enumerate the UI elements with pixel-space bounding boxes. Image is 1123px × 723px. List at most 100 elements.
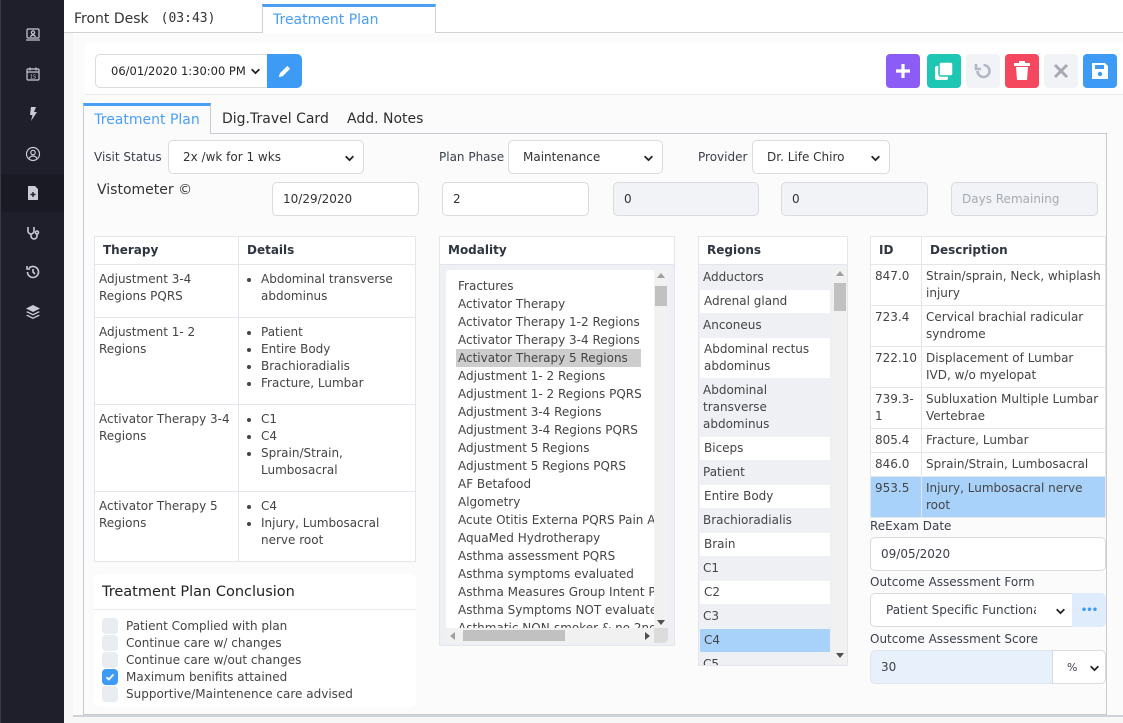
- region-option[interactable]: C1: [699, 557, 830, 580]
- reexam-date-input[interactable]: 09/05/2020: [870, 537, 1106, 571]
- modality-option[interactable]: Adjustment 1- 2 Regions PQRS: [446, 385, 654, 403]
- conclusion-checkbox-row[interactable]: Continue care w/ changes: [102, 634, 282, 651]
- checkbox[interactable]: [102, 651, 118, 668]
- scroll-thumb[interactable]: [463, 630, 565, 641]
- nav-quick-actions[interactable]: [1, 95, 65, 133]
- checkbox[interactable]: [102, 685, 118, 702]
- nav-calendar[interactable]: 15: [1, 55, 65, 93]
- vistometer-date-input[interactable]: 10/29/2020: [272, 182, 419, 216]
- region-option[interactable]: C4: [700, 629, 830, 652]
- modality-horizontal-scrollbar[interactable]: [446, 628, 654, 643]
- provider-select[interactable]: Dr. Life Chiro: [752, 140, 890, 174]
- nav-treatment-plan[interactable]: [1, 174, 65, 212]
- region-option[interactable]: Patient: [699, 461, 830, 484]
- modality-option[interactable]: Adjustment 3-4 Regions: [446, 403, 654, 421]
- visit-date-select[interactable]: 06/01/2020 1:30:00 PM: [95, 54, 267, 88]
- nav-history[interactable]: [1, 253, 65, 291]
- scroll-thumb[interactable]: [655, 286, 667, 306]
- add-button[interactable]: [886, 54, 920, 88]
- modality-option[interactable]: AF Betafood: [446, 475, 654, 493]
- table-row[interactable]: Activator Therapy 5 Regions C4 Injury, L…: [94, 491, 416, 562]
- modality-listbox[interactable]: Fractures Activator Therapy Activator Ther…: [446, 270, 668, 643]
- vistometer-count-input[interactable]: 2: [442, 182, 589, 216]
- table-row[interactable]: 723.4 Cervical brachial radicular syndrom…: [870, 305, 1106, 347]
- region-option[interactable]: Abdominal transverse abdominus: [699, 379, 830, 436]
- region-option[interactable]: Anconeus: [699, 314, 830, 337]
- tab-inner-treatment-plan[interactable]: Treatment Plan: [83, 103, 211, 135]
- modality-option[interactable]: Asthma Measures Group Intent PQRS: [446, 583, 654, 601]
- modality-option[interactable]: Activator Therapy 5 Regions: [456, 349, 641, 367]
- region-option[interactable]: C3: [699, 605, 830, 628]
- table-row[interactable]: 953.5 Injury, Lumbosacral nerve root: [870, 476, 1106, 518]
- scroll-down-arrow-icon[interactable]: [657, 620, 665, 625]
- modality-option[interactable]: Adjustment 1- 2 Regions: [446, 367, 654, 385]
- conclusion-checkbox-row[interactable]: Patient Complied with plan: [102, 617, 287, 634]
- regions-listbox[interactable]: Adductors Adrenal gland Anconeus Abdominal …: [699, 266, 830, 665]
- visit-status-select[interactable]: 2x /wk for 1 wks: [168, 140, 364, 174]
- modality-option[interactable]: Asthma symptoms evaluated: [446, 565, 654, 583]
- outcome-form-more-button[interactable]: •••: [1072, 593, 1106, 627]
- nav-clinical[interactable]: [1, 214, 65, 252]
- scroll-thumb[interactable]: [834, 283, 846, 311]
- modality-option[interactable]: Asthma Symptoms NOT evaluated: [446, 601, 654, 619]
- table-row[interactable]: 805.4 Fracture, Lumbar: [870, 428, 1106, 453]
- modality-option[interactable]: AquaMed Hydrotherapy: [446, 529, 654, 547]
- regions-vertical-scrollbar[interactable]: [833, 266, 847, 664]
- region-option[interactable]: Abdominal rectus abdominus: [700, 338, 830, 378]
- modality-option[interactable]: Adjustment 5 Regions PQRS: [446, 457, 654, 475]
- region-option[interactable]: C5: [699, 653, 830, 665]
- modality-option[interactable]: Algometry: [446, 493, 654, 511]
- modality-option[interactable]: Activator Therapy 3-4 Regions: [446, 331, 654, 349]
- modality-option[interactable]: Activator Therapy: [446, 295, 654, 313]
- scroll-right-arrow-icon[interactable]: [645, 632, 650, 640]
- modality-option[interactable]: Activator Therapy 1-2 Regions: [446, 313, 654, 331]
- modality-option[interactable]: Acute Otitis Externa PQRS Pain Assessmen…: [446, 511, 654, 529]
- conclusion-checkbox-row[interactable]: Continue care w/out changes: [102, 651, 301, 668]
- scroll-up-arrow-icon[interactable]: [657, 273, 665, 278]
- outcome-form-select[interactable]: Patient Specific Functional Scale: [870, 593, 1072, 627]
- nav-patient[interactable]: [1, 135, 65, 173]
- checkbox[interactable]: [102, 668, 118, 685]
- table-row[interactable]: 846.0 Sprain/Strain, Lumbosacral: [870, 452, 1106, 477]
- region-option[interactable]: Adductors: [699, 266, 830, 289]
- region-option[interactable]: Adrenal gland: [700, 290, 830, 313]
- table-row[interactable]: Activator Therapy 3-4 Regions C1 C4 Spra…: [94, 404, 416, 492]
- modality-option[interactable]: Adjustment 5 Regions: [446, 439, 654, 457]
- outcome-score-input[interactable]: 30: [870, 650, 1052, 684]
- modality-option[interactable]: Adjustment 3-4 Regions PQRS: [446, 421, 654, 439]
- copy-button[interactable]: [927, 54, 961, 88]
- scroll-up-arrow-icon[interactable]: [836, 271, 844, 276]
- nav-layers[interactable]: [1, 293, 65, 331]
- nav-front-desk[interactable]: [1, 16, 65, 54]
- table-row[interactable]: 722.10 Displacement of Lumbar IVD, w/o my…: [870, 346, 1106, 388]
- cancel-button[interactable]: [1044, 54, 1078, 88]
- plan-phase-select[interactable]: Maintenance: [508, 140, 663, 174]
- save-button[interactable]: [1083, 54, 1117, 88]
- checkbox[interactable]: [102, 617, 118, 634]
- modality-vertical-scrollbar[interactable]: [654, 270, 668, 628]
- region-option[interactable]: Brain: [700, 533, 830, 556]
- region-option[interactable]: Entire Body: [700, 485, 830, 508]
- modality-option[interactable]: Fractures: [446, 277, 654, 295]
- tab-dig-travel-card[interactable]: Dig.Travel Card: [222, 103, 329, 134]
- checkbox[interactable]: [102, 634, 118, 651]
- scroll-down-arrow-icon[interactable]: [836, 653, 844, 658]
- edit-visit-button[interactable]: [267, 54, 302, 88]
- scroll-left-arrow-icon[interactable]: [450, 632, 455, 640]
- conclusion-checkbox-row[interactable]: Maximum benifits attained: [102, 668, 287, 685]
- table-row[interactable]: 739.3-1 Subluxation Multiple Lumbar Verte…: [870, 387, 1106, 429]
- undo-button[interactable]: [966, 54, 1000, 88]
- table-row[interactable]: Adjustment 3-4 Regions PQRS Abdominal tr…: [94, 264, 416, 318]
- table-row[interactable]: Adjustment 1- 2 Regions Patient Entire B…: [94, 317, 416, 405]
- modality-option[interactable]: Asthma assessment PQRS: [446, 547, 654, 565]
- region-option[interactable]: Brachioradialis: [699, 509, 830, 532]
- conclusion-checkbox-row[interactable]: Supportive/Maintenence care advised: [102, 685, 353, 702]
- outcome-score-unit-select[interactable]: %: [1052, 650, 1106, 684]
- region-option[interactable]: C2: [700, 581, 830, 604]
- table-row[interactable]: 847.0 Strain/sprain, Neck, whiplash injur…: [870, 264, 1106, 306]
- delete-button[interactable]: [1005, 54, 1039, 88]
- tab-front-desk[interactable]: Front Desk (03:43): [64, 4, 262, 33]
- region-option[interactable]: Biceps: [700, 437, 830, 460]
- tab-add-notes[interactable]: Add. Notes: [347, 103, 423, 134]
- tab-treatment-plan[interactable]: Treatment Plan: [262, 4, 436, 34]
